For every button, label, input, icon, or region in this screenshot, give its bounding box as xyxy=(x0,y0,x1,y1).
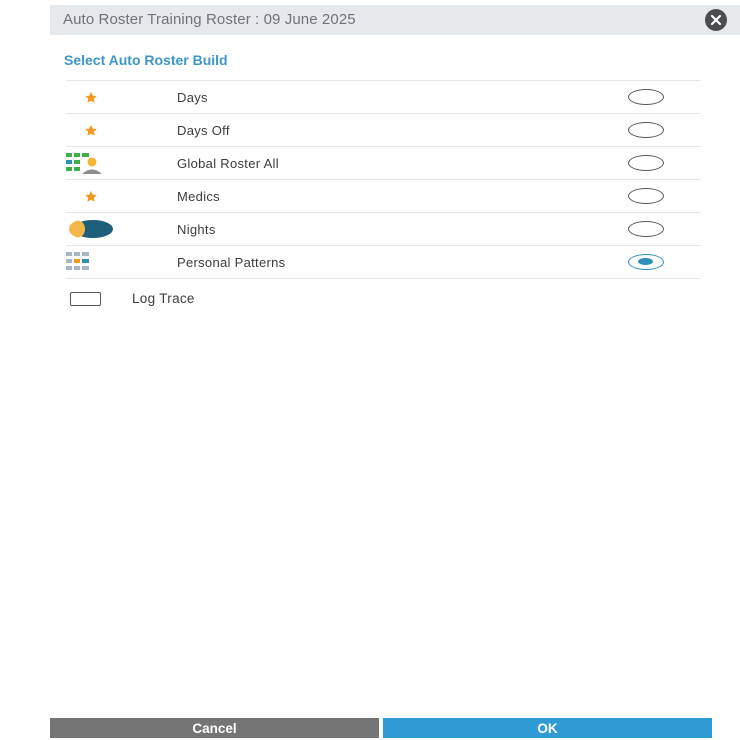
roster-person-icon xyxy=(66,152,114,174)
option-row-days[interactable]: Days xyxy=(66,81,700,114)
close-icon[interactable] xyxy=(705,9,727,31)
log-trace-label: Log Trace xyxy=(132,291,195,306)
log-trace-checkbox[interactable] xyxy=(70,292,101,306)
option-radio-selected[interactable] xyxy=(628,254,664,270)
option-label: Medics xyxy=(177,189,220,204)
star-icon xyxy=(66,185,114,207)
pattern-grid-icon xyxy=(66,251,114,273)
cancel-button[interactable]: Cancel xyxy=(50,718,379,738)
section-title: Select Auto Roster Build xyxy=(64,52,228,68)
star-icon xyxy=(66,86,114,108)
option-label: Personal Patterns xyxy=(177,255,286,270)
option-radio[interactable] xyxy=(628,89,664,105)
option-label: Days Off xyxy=(177,123,230,138)
option-radio[interactable] xyxy=(628,155,664,171)
option-row-medics[interactable]: Medics xyxy=(66,180,700,213)
option-radio[interactable] xyxy=(628,122,664,138)
option-label: Nights xyxy=(177,222,216,237)
ok-button[interactable]: OK xyxy=(383,718,712,738)
dialog-title-bar: Auto Roster Training Roster : 09 June 20… xyxy=(50,5,740,35)
dialog-title: Auto Roster Training Roster : 09 June 20… xyxy=(63,11,356,28)
option-radio[interactable] xyxy=(628,221,664,237)
option-row-nights[interactable]: Nights xyxy=(66,213,700,246)
option-row-global-roster-all[interactable]: Global Roster All xyxy=(66,147,700,180)
option-label: Days xyxy=(177,90,208,105)
option-label: Global Roster All xyxy=(177,156,279,171)
build-option-list: Days Days Off Global Roster All Medics N… xyxy=(66,80,700,279)
option-row-personal-patterns[interactable]: Personal Patterns xyxy=(66,246,700,279)
star-icon xyxy=(66,119,114,141)
option-row-days-off[interactable]: Days Off xyxy=(66,114,700,147)
moon-icon xyxy=(66,218,114,240)
option-radio[interactable] xyxy=(628,188,664,204)
